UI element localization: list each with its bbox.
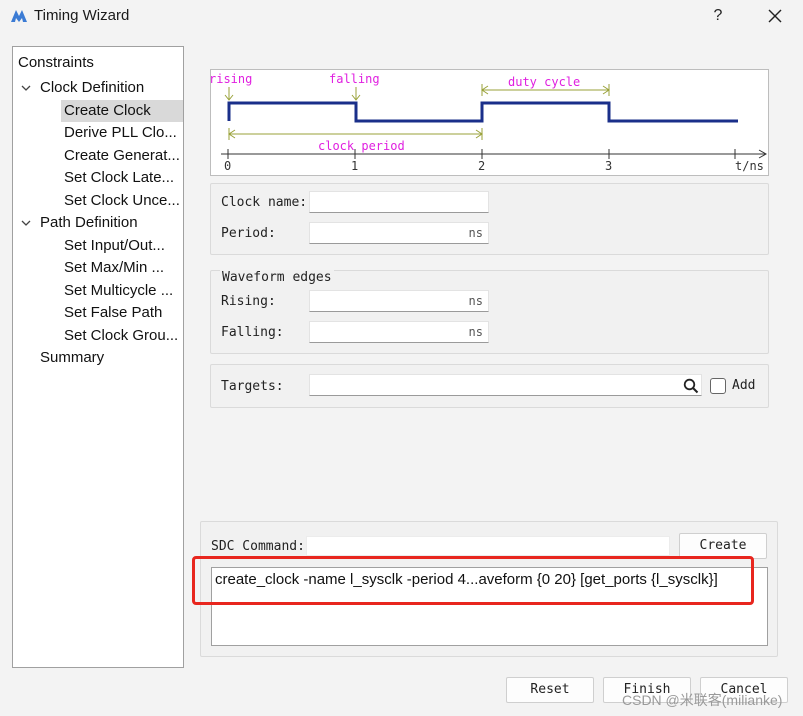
rising-edge-label: Rising: (221, 294, 276, 309)
tree-item-set-multicycle-path[interactable]: Set Multicycle ... (64, 280, 173, 302)
tree-item-set-clock-groups[interactable]: Set Clock Grou... (64, 325, 178, 347)
tick-label: 2 (478, 159, 485, 173)
period-unit: ns (468, 226, 483, 240)
app-logo-icon (11, 10, 27, 22)
chevron-down-icon[interactable] (20, 217, 32, 229)
targets-label: Targets: (221, 379, 284, 394)
tree-item-create-clock[interactable]: Create Clock (61, 100, 183, 122)
falling-label: falling (329, 72, 380, 86)
tree-item-set-input-output-delay[interactable]: Set Input/Out... (64, 235, 165, 257)
waveform-edges-group: Waveform edges Rising: ns Falling: ns (210, 270, 769, 354)
reset-button[interactable]: Reset (506, 677, 594, 703)
waveform-svg: rising falling duty cycle clock period 0… (211, 72, 768, 173)
duty-cycle-label: duty cycle (508, 75, 580, 89)
clock-waveform (227, 101, 738, 123)
tree-item-constraints[interactable]: Constraints (18, 52, 94, 74)
window-title: Timing Wizard (34, 7, 130, 24)
tree-item-set-clock-latency[interactable]: Set Clock Late... (64, 167, 174, 189)
tree-item-summary[interactable]: Summary (40, 347, 104, 369)
targets-input[interactable] (309, 374, 702, 396)
annotation-highlight-box (192, 556, 754, 605)
falling-edge-input[interactable]: ns (309, 321, 489, 343)
rising-edge-input[interactable]: ns (309, 290, 489, 312)
add-checkbox[interactable] (710, 378, 726, 394)
tree-item-path-definition[interactable]: Path Definition (40, 212, 138, 234)
tree-item-set-false-path[interactable]: Set False Path (64, 302, 162, 324)
rising-label: rising (211, 72, 252, 86)
tick-label: 1 (351, 159, 358, 173)
tree-item-set-clock-uncertainty[interactable]: Set Clock Unce... (64, 190, 180, 212)
tree-item-derive-pll-clocks[interactable]: Derive PLL Clo... (64, 122, 177, 144)
close-button[interactable] (760, 4, 790, 28)
tree-item-set-max-min-delay[interactable]: Set Max/Min ... (64, 257, 164, 279)
period-input[interactable]: ns (309, 222, 489, 244)
period-label: Period: (221, 226, 276, 241)
tree-item-clock-definition[interactable]: Clock Definition (40, 77, 144, 99)
title-bar: Timing Wizard ? (0, 0, 803, 34)
watermark-text: CSDN @米联客(milianke) (622, 692, 783, 708)
timing-wizard-window: Timing Wizard ? Constraints Clock Defini… (0, 0, 803, 716)
clock-name-label: Clock name: (221, 195, 308, 210)
rising-unit: ns (468, 294, 483, 308)
tick-label: 0 (224, 159, 231, 173)
sdc-command-input[interactable] (306, 536, 670, 556)
falling-unit: ns (468, 325, 483, 339)
help-button[interactable]: ? (704, 4, 732, 28)
add-label: Add (732, 378, 756, 393)
clock-waveform-diagram: rising falling duty cycle clock period 0… (210, 69, 769, 176)
axis-unit-label: t/ns (735, 159, 764, 173)
sdc-command-label: SDC Command: (211, 539, 305, 554)
close-icon (768, 9, 782, 23)
tree-item-create-generated-clock[interactable]: Create Generat... (64, 145, 180, 167)
clock-name-input[interactable] (309, 191, 489, 213)
search-icon[interactable] (683, 378, 699, 394)
waveform-edges-legend: Waveform edges (220, 270, 334, 285)
chevron-down-icon[interactable] (20, 82, 32, 94)
tick-label: 3 (605, 159, 612, 173)
falling-edge-label: Falling: (221, 325, 284, 340)
clock-settings-group: Clock name: Period: ns (210, 183, 769, 255)
clock-period-label: clock period (318, 139, 405, 153)
constraints-tree: Constraints Clock Definition Create Cloc… (12, 46, 184, 668)
